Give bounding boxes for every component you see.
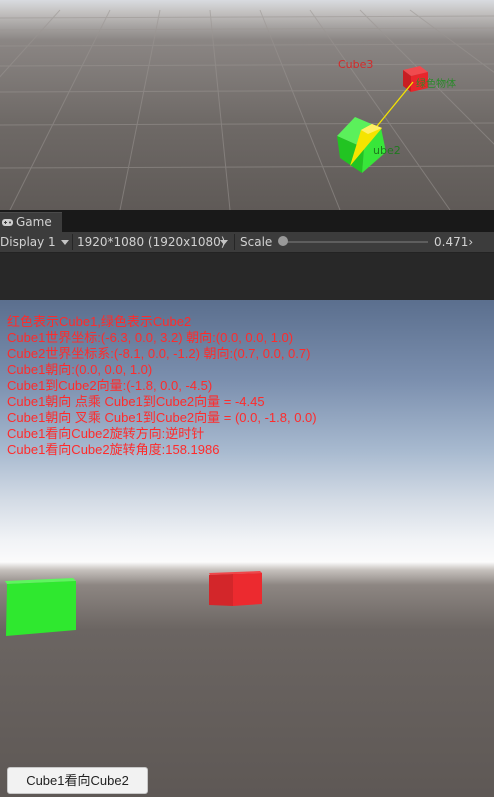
info-line: Cube1看向Cube2旋转角度:158.1986 bbox=[7, 442, 220, 457]
info-line: Cube1世界坐标:(-6.3, 0.0, 3.2) 朝向:(0.0, 0.0,… bbox=[7, 330, 294, 345]
info-panel: 红色表示Cube1,绿色表示Cube2 Cube1世界坐标:(-6.3, 0.0… bbox=[7, 314, 317, 458]
info-line: Cube1朝向 点乘 Cube1到Cube2向量 = -4.45 bbox=[7, 394, 265, 409]
scale-slider-track[interactable] bbox=[284, 241, 428, 243]
info-line: Cube1朝向:(0.0, 0.0, 1.0) bbox=[7, 362, 153, 377]
resolution-chevron-down-icon[interactable] bbox=[220, 240, 228, 245]
scale-value: 0.471› bbox=[434, 235, 474, 249]
display-chevron-down-icon[interactable] bbox=[61, 240, 69, 245]
info-line: Cube1看向Cube2旋转方向:逆时针 bbox=[7, 426, 205, 441]
toolbar-divider bbox=[72, 234, 73, 250]
resolution-dropdown[interactable]: 1920*1080 (1920x1080) bbox=[77, 232, 225, 252]
scene-view[interactable]: Cube3 ube2 绿色物体 bbox=[0, 0, 494, 210]
label-cube3: Cube3 bbox=[338, 58, 374, 71]
info-line: Cube2世界坐标系:(-8.1, 0.0, -1.2) 朝向:(0.7, 0.… bbox=[7, 346, 311, 361]
scale-slider-handle[interactable] bbox=[278, 236, 288, 246]
info-line: Cube1朝向 叉乘 Cube1到Cube2向量 = (0.0, -1.8, 0… bbox=[7, 410, 317, 425]
tab-bar: Game bbox=[0, 210, 494, 232]
tab-game-label: Game bbox=[16, 215, 52, 229]
look-at-button[interactable]: Cube1看向Cube2 bbox=[7, 767, 148, 794]
label-cube2: ube2 bbox=[373, 144, 401, 157]
game-view[interactable]: 红色表示Cube1,绿色表示Cube2 Cube1世界坐标:(-6.3, 0.0… bbox=[0, 300, 494, 797]
info-line: 红色表示Cube1,绿色表示Cube2 bbox=[7, 314, 192, 329]
scene-grid bbox=[0, 9, 494, 210]
label-green-object: 绿色物体 bbox=[416, 79, 456, 90]
info-line: Cube1到Cube2向量:(-1.8, 0.0, -4.5) bbox=[7, 378, 213, 393]
cube1-game-object bbox=[209, 571, 262, 606]
gamepad-icon bbox=[2, 219, 13, 226]
scale-label: Scale bbox=[240, 235, 273, 249]
tab-game[interactable]: Game bbox=[0, 212, 62, 232]
game-view-letterbox bbox=[0, 253, 494, 300]
display-dropdown[interactable]: Display 1 bbox=[0, 232, 56, 252]
game-toolbar: Display 1 1920*1080 (1920x1080) Scale 0.… bbox=[0, 232, 494, 253]
cube2-game-object bbox=[5, 578, 76, 636]
toolbar-divider bbox=[234, 234, 235, 250]
